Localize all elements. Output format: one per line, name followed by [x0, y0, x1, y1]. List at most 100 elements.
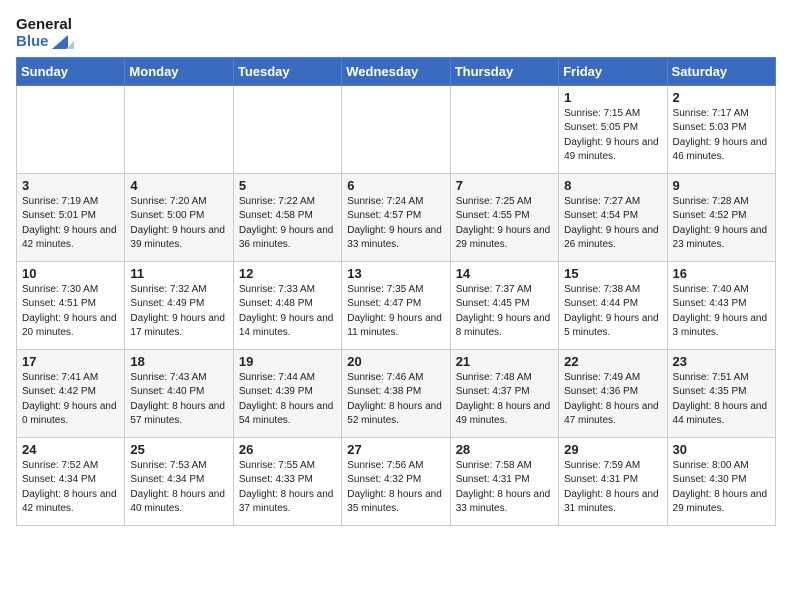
calendar-cell: [233, 85, 341, 173]
day-number: 29: [564, 442, 661, 457]
cell-info: Sunrise: 7:30 AM Sunset: 4:51 PM Dayligh…: [22, 283, 119, 341]
day-number: 9: [673, 178, 770, 193]
cell-info: Sunrise: 8:00 AM Sunset: 4:30 PM Dayligh…: [673, 459, 770, 517]
day-number: 26: [239, 442, 336, 457]
day-number: 8: [564, 178, 661, 193]
day-number: 15: [564, 266, 661, 281]
day-number: 28: [456, 442, 553, 457]
day-number: 14: [456, 266, 553, 281]
cell-info: Sunrise: 7:43 AM Sunset: 4:40 PM Dayligh…: [130, 371, 227, 429]
day-number: 7: [456, 178, 553, 193]
day-number: 2: [673, 90, 770, 105]
day-number: 17: [22, 354, 119, 369]
cell-info: Sunrise: 7:20 AM Sunset: 5:00 PM Dayligh…: [130, 195, 227, 253]
cell-info: Sunrise: 7:22 AM Sunset: 4:58 PM Dayligh…: [239, 195, 336, 253]
day-number: 10: [22, 266, 119, 281]
calendar-cell: 18 Sunrise: 7:43 AM Sunset: 4:40 PM Dayli…: [125, 349, 233, 437]
calendar-header: SundayMondayTuesdayWednesdayThursdayFrid…: [17, 57, 776, 85]
calendar-cell: 16Sunrise: 7:40 AM Sunset: 4:43 PM Dayli…: [667, 261, 775, 349]
day-number: 13: [347, 266, 444, 281]
calendar-cell: 22 Sunrise: 7:49 AM Sunset: 4:36 PM Dayli…: [559, 349, 667, 437]
cell-info: Sunrise: 7:49 AM Sunset: 4:36 PM Dayligh…: [564, 371, 661, 429]
logo-text: General Blue: [16, 16, 74, 51]
calendar-cell: 20Sunrise: 7:46 AM Sunset: 4:38 PM Dayli…: [342, 349, 450, 437]
calendar-cell: 17 Sunrise: 7:41 AM Sunset: 4:42 PM Dayli…: [17, 349, 125, 437]
calendar-cell: 12 Sunrise: 7:33 AM Sunset: 4:48 PM Dayli…: [233, 261, 341, 349]
calendar-cell: 25 Sunrise: 7:53 AM Sunset: 4:34 PM Dayli…: [125, 437, 233, 525]
calendar-cell: 9 Sunrise: 7:28 AM Sunset: 4:52 PM Daylig…: [667, 173, 775, 261]
calendar-cell: 24 Sunrise: 7:52 AM Sunset: 4:34 PM Dayli…: [17, 437, 125, 525]
day-number: 19: [239, 354, 336, 369]
cell-info: Sunrise: 7:35 AM Sunset: 4:47 PM Dayligh…: [347, 283, 444, 341]
day-number: 4: [130, 178, 227, 193]
day-number: 6: [347, 178, 444, 193]
weekday-header: Monday: [125, 57, 233, 85]
day-number: 1: [564, 90, 661, 105]
header: General Blue: [16, 16, 776, 51]
cell-info: Sunrise: 7:32 AM Sunset: 4:49 PM Dayligh…: [130, 283, 227, 341]
calendar-cell: 23 Sunrise: 7:51 AM Sunset: 4:35 PM Dayli…: [667, 349, 775, 437]
cell-info: Sunrise: 7:38 AM Sunset: 4:44 PM Dayligh…: [564, 283, 661, 341]
calendar-cell: 14 Sunrise: 7:37 AM Sunset: 4:45 PM Dayli…: [450, 261, 558, 349]
calendar-cell: [125, 85, 233, 173]
weekday-header: Sunday: [17, 57, 125, 85]
cell-info: Sunrise: 7:55 AM Sunset: 4:33 PM Dayligh…: [239, 459, 336, 517]
calendar-cell: 27Sunrise: 7:56 AM Sunset: 4:32 PM Dayli…: [342, 437, 450, 525]
cell-info: Sunrise: 7:52 AM Sunset: 4:34 PM Dayligh…: [22, 459, 119, 517]
day-number: 21: [456, 354, 553, 369]
calendar-body: 1 Sunrise: 7:15 AM Sunset: 5:05 PM Daylig…: [17, 85, 776, 525]
day-number: 12: [239, 266, 336, 281]
page-container: General Blue SundayMondayTuesdayWednesda…: [0, 0, 792, 536]
cell-info: Sunrise: 7:17 AM Sunset: 5:03 PM Dayligh…: [673, 107, 770, 165]
cell-info: Sunrise: 7:53 AM Sunset: 4:34 PM Dayligh…: [130, 459, 227, 517]
calendar-cell: [450, 85, 558, 173]
calendar-cell: 15 Sunrise: 7:38 AM Sunset: 4:44 PM Dayli…: [559, 261, 667, 349]
day-number: 18: [130, 354, 227, 369]
calendar-cell: 19 Sunrise: 7:44 AM Sunset: 4:39 PM Dayli…: [233, 349, 341, 437]
calendar-cell: 5 Sunrise: 7:22 AM Sunset: 4:58 PM Daylig…: [233, 173, 341, 261]
calendar-cell: 30Sunrise: 8:00 AM Sunset: 4:30 PM Dayli…: [667, 437, 775, 525]
cell-info: Sunrise: 7:24 AM Sunset: 4:57 PM Dayligh…: [347, 195, 444, 253]
weekday-header: Saturday: [667, 57, 775, 85]
weekday-header: Thursday: [450, 57, 558, 85]
calendar-table: SundayMondayTuesdayWednesdayThursdayFrid…: [16, 57, 776, 526]
calendar-cell: 7Sunrise: 7:25 AM Sunset: 4:55 PM Daylig…: [450, 173, 558, 261]
cell-info: Sunrise: 7:28 AM Sunset: 4:52 PM Dayligh…: [673, 195, 770, 253]
day-number: 3: [22, 178, 119, 193]
day-number: 23: [673, 354, 770, 369]
calendar-cell: [17, 85, 125, 173]
day-number: 5: [239, 178, 336, 193]
cell-info: Sunrise: 7:19 AM Sunset: 5:01 PM Dayligh…: [22, 195, 119, 253]
calendar-cell: 13 Sunrise: 7:35 AM Sunset: 4:47 PM Dayli…: [342, 261, 450, 349]
day-number: 24: [22, 442, 119, 457]
day-number: 22: [564, 354, 661, 369]
cell-info: Sunrise: 7:27 AM Sunset: 4:54 PM Dayligh…: [564, 195, 661, 253]
day-number: 20: [347, 354, 444, 369]
weekday-header: Tuesday: [233, 57, 341, 85]
cell-info: Sunrise: 7:33 AM Sunset: 4:48 PM Dayligh…: [239, 283, 336, 341]
calendar-cell: 3 Sunrise: 7:19 AM Sunset: 5:01 PM Daylig…: [17, 173, 125, 261]
calendar-cell: 29 Sunrise: 7:59 AM Sunset: 4:31 PM Dayli…: [559, 437, 667, 525]
calendar-cell: 28Sunrise: 7:58 AM Sunset: 4:31 PM Dayli…: [450, 437, 558, 525]
calendar-cell: 11 Sunrise: 7:32 AM Sunset: 4:49 PM Dayli…: [125, 261, 233, 349]
logo: General Blue: [16, 16, 74, 51]
calendar-cell: 6 Sunrise: 7:24 AM Sunset: 4:57 PM Daylig…: [342, 173, 450, 261]
calendar-cell: 26 Sunrise: 7:55 AM Sunset: 4:33 PM Dayli…: [233, 437, 341, 525]
calendar-cell: 1 Sunrise: 7:15 AM Sunset: 5:05 PM Daylig…: [559, 85, 667, 173]
weekday-header: Wednesday: [342, 57, 450, 85]
calendar-cell: 8 Sunrise: 7:27 AM Sunset: 4:54 PM Daylig…: [559, 173, 667, 261]
cell-info: Sunrise: 7:59 AM Sunset: 4:31 PM Dayligh…: [564, 459, 661, 517]
day-number: 25: [130, 442, 227, 457]
cell-info: Sunrise: 7:15 AM Sunset: 5:05 PM Dayligh…: [564, 107, 661, 165]
cell-info: Sunrise: 7:44 AM Sunset: 4:39 PM Dayligh…: [239, 371, 336, 429]
day-number: 11: [130, 266, 227, 281]
calendar-cell: 21Sunrise: 7:48 AM Sunset: 4:37 PM Dayli…: [450, 349, 558, 437]
cell-info: Sunrise: 7:40 AM Sunset: 4:43 PM Dayligh…: [673, 283, 770, 341]
weekday-header: Friday: [559, 57, 667, 85]
cell-info: Sunrise: 7:56 AM Sunset: 4:32 PM Dayligh…: [347, 459, 444, 517]
cell-info: Sunrise: 7:51 AM Sunset: 4:35 PM Dayligh…: [673, 371, 770, 429]
calendar-cell: 2 Sunrise: 7:17 AM Sunset: 5:03 PM Daylig…: [667, 85, 775, 173]
cell-info: Sunrise: 7:37 AM Sunset: 4:45 PM Dayligh…: [456, 283, 553, 341]
cell-info: Sunrise: 7:41 AM Sunset: 4:42 PM Dayligh…: [22, 371, 119, 429]
logo-triangle-icon: [52, 35, 74, 49]
